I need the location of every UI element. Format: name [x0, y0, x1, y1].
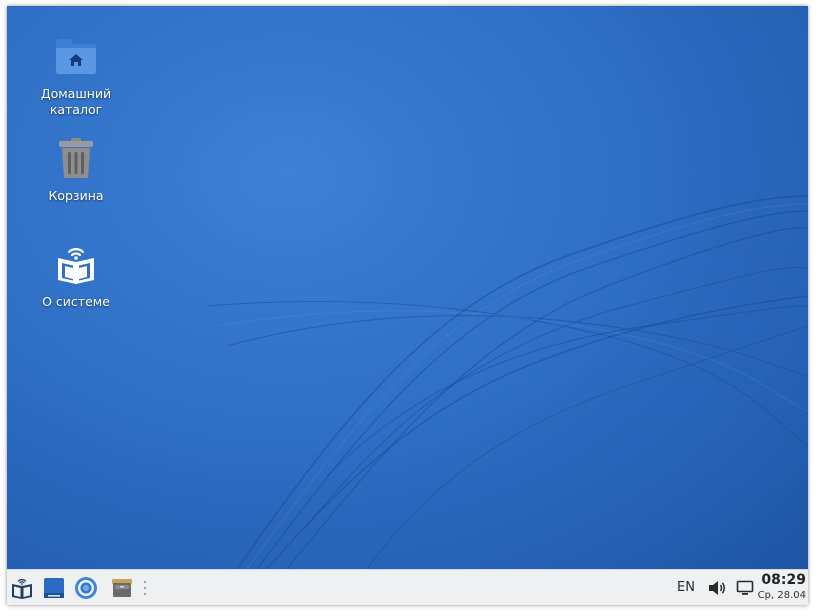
- desktop-icon-home-label: Домашний каталог: [40, 86, 112, 117]
- desktop-icon-trash-label: Корзина: [48, 188, 104, 203]
- browser-icon: [75, 577, 97, 599]
- clock-date: Ср, 28.04: [757, 590, 806, 601]
- about-system-icon: [52, 240, 100, 288]
- desktop-icon-trash[interactable]: Корзина: [16, 134, 136, 204]
- trash-icon: [52, 134, 100, 182]
- home-folder-icon: [52, 32, 100, 80]
- speaker-icon: [709, 581, 725, 595]
- file-manager-button[interactable]: [108, 574, 136, 602]
- taskbar: EN 08:29 Ср, 28.04: [7, 569, 808, 605]
- desktop-icon-home[interactable]: Домашний каталог: [16, 32, 136, 118]
- book-logo-icon: [12, 578, 32, 599]
- keyboard-layout-indicator[interactable]: EN: [677, 580, 695, 595]
- desktop-icon-about[interactable]: О системе: [16, 240, 136, 310]
- file-cabinet-icon: [112, 579, 132, 597]
- clock-time: 08:29: [761, 572, 806, 588]
- show-desktop-button[interactable]: [40, 574, 68, 602]
- screen: Домашний каталог Корзина О системе EN 08…: [7, 6, 808, 605]
- clock[interactable]: 08:29 Ср, 28.04: [752, 572, 806, 602]
- browser-button[interactable]: [72, 574, 100, 602]
- taskbar-separator: [144, 581, 147, 595]
- desktop[interactable]: Домашний каталог Корзина О системе: [7, 6, 808, 569]
- desktop-icon: [44, 578, 64, 598]
- desktop-icon-about-label: О системе: [42, 294, 110, 309]
- volume-button[interactable]: [703, 574, 731, 602]
- start-menu-button[interactable]: [8, 574, 36, 602]
